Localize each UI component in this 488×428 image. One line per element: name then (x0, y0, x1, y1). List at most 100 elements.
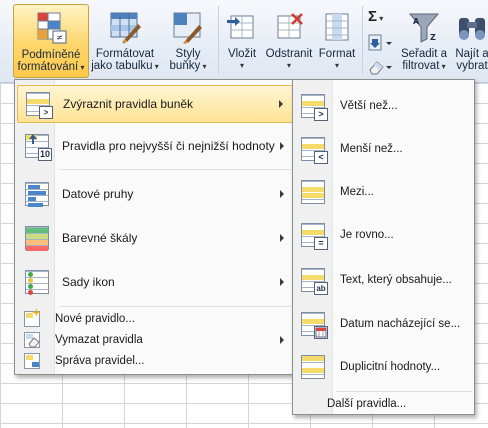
submenu-item-label: Větší než... (340, 100, 398, 112)
menu-item-manage-rules[interactable]: Správa pravidel... (17, 351, 294, 371)
format-as-table-button[interactable]: Formátovat jako tabulku ▾ (90, 4, 160, 78)
insert-cells-icon (225, 10, 259, 44)
submenu-arrow-icon (280, 190, 284, 198)
dropdown-caret-icon: ▾ (200, 62, 207, 71)
text-contains-icon: ab (298, 265, 328, 295)
menu-item-label: Správa pravidel... (55, 355, 145, 367)
submenu-arrow-icon (280, 142, 284, 150)
clear-button[interactable] (368, 58, 396, 78)
dropdown-caret-icon: ▾ (239, 61, 244, 70)
color-scales-icon (22, 223, 52, 253)
menu-item-label: Sady ikon (62, 275, 115, 289)
delete-cells-icon (272, 10, 306, 44)
highlight-cell-rules-icon: > (23, 89, 53, 119)
dropdown-caret-icon: ▾ (152, 62, 159, 71)
submenu-item-more-rules[interactable]: Další pravidla... (296, 394, 472, 414)
cell-styles-button[interactable]: Styly buňky ▾ (163, 4, 213, 78)
between-icon (298, 177, 328, 207)
cell-styles-label-2: buňky (169, 60, 201, 72)
date-occurring-icon (298, 309, 328, 339)
submenu-item-equal-to[interactable]: = Je rovno... (296, 216, 472, 254)
cell-styles-label-1: Styly (175, 48, 201, 60)
menu-item-color-scales[interactable]: Barevné škály (17, 217, 294, 259)
dropdown-caret-icon: ▾ (78, 63, 85, 72)
format-button[interactable]: Format ▾ (316, 4, 358, 78)
delete-label: Odstranit (265, 48, 313, 60)
clear-rules-icon (24, 332, 40, 348)
submenu-item-label: Menší než... (340, 143, 403, 155)
submenu-item-date-occurring[interactable]: Datum nacházející se... (296, 305, 472, 343)
submenu-item-label: Mezi... (340, 186, 374, 198)
submenu-item-duplicate-values[interactable]: Duplicitní hodnoty... (296, 348, 472, 386)
submenu-item-label: Datum nacházející se... (340, 318, 461, 330)
submenu-item-greater-than[interactable]: > Větší než... (296, 87, 472, 125)
ribbon-group-separator (218, 6, 219, 74)
submenu-item-label: Text, který obsahuje... (340, 274, 452, 286)
submenu-item-less-than[interactable]: < Menší než... (296, 130, 472, 168)
find-select-button[interactable]: Najít a vybrat (452, 4, 488, 78)
top-bottom-rules-icon: 10 (22, 131, 52, 161)
submenu-item-between[interactable]: Mezi... (296, 173, 472, 211)
svg-text:≠: ≠ (56, 33, 63, 42)
submenu-arrow-icon (280, 336, 284, 344)
less-than-icon: < (298, 134, 328, 164)
menu-separator (59, 306, 291, 307)
highlight-cell-rules-submenu: > Větší než... < Menší než... Mezi... = … (292, 79, 475, 415)
binoculars-icon (455, 10, 488, 44)
menu-item-label: Datové pruhy (62, 187, 134, 201)
menu-item-top-bottom-rules[interactable]: 10 Pravidla pro nejvyšší či nejnižší hod… (17, 127, 294, 165)
sort-filter-label-2: filtrovat (402, 60, 440, 72)
sigma-icon: Σ (368, 8, 378, 25)
submenu-arrow-icon (280, 234, 284, 242)
dropdown-caret-icon: ▾ (439, 62, 446, 71)
dropdown-caret-icon: ▾ (286, 61, 291, 70)
menu-item-label: Pravidla pro nejvyšší či nejnižší hodnot… (62, 139, 275, 153)
submenu-arrow-icon (279, 100, 283, 108)
sort-filter-label-1: Seřadit a (400, 48, 448, 60)
autosum-button[interactable]: Σ ▾ (368, 8, 396, 28)
svg-text:Z: Z (430, 33, 436, 42)
menu-item-clear-rules[interactable]: Vymazat pravidla (17, 330, 294, 350)
conditional-formatting-icon: ≠ (34, 11, 68, 45)
menu-item-icon-sets[interactable]: Sady ikon (17, 261, 294, 303)
menu-item-label: Barevné škály (62, 231, 138, 245)
duplicate-values-icon (298, 352, 328, 382)
ribbon-styles-cells-editing: ≠ Podmíněné formátování ▾ Formátovat jak… (0, 0, 488, 83)
format-label: Format (318, 48, 356, 60)
insert-label: Vložit (227, 48, 257, 60)
sort-filter-button[interactable]: A Z Seřadit a filtrovat ▾ (398, 4, 450, 78)
dropdown-caret-icon: ▾ (377, 14, 384, 23)
manage-rules-icon (24, 353, 40, 369)
conditional-formatting-button[interactable]: ≠ Podmíněné formátování ▾ (13, 4, 89, 78)
submenu-item-label: Je rovno... (340, 229, 394, 241)
icon-sets-icon (22, 267, 52, 297)
conditional-formatting-menu: > Zvýraznit pravidla buněk 10 Pravidla p… (14, 79, 297, 375)
data-bars-icon (22, 179, 52, 209)
submenu-arrow-icon (280, 278, 284, 286)
insert-button[interactable]: Vložit ▾ (222, 4, 262, 78)
menu-item-highlight-cell-rules[interactable]: > Zvýraznit pravidla buněk (17, 85, 294, 123)
submenu-item-label: Další pravidla... (327, 398, 407, 410)
ribbon-group-separator (362, 6, 363, 74)
conditional-formatting-label-2: formátování (17, 61, 79, 73)
find-select-label-1: Najít a (455, 48, 488, 60)
fill-down-icon (368, 34, 392, 51)
fill-button[interactable] (368, 34, 396, 54)
menu-item-data-bars[interactable]: Datové pruhy (17, 173, 294, 215)
format-as-table-icon (108, 10, 142, 44)
menu-item-label: Vymazat pravidla (55, 334, 143, 346)
menu-item-label: Zvýraznit pravidla buněk (63, 97, 194, 111)
greater-than-icon: > (298, 91, 328, 121)
eraser-icon (369, 61, 392, 75)
cell-styles-icon (171, 10, 205, 44)
delete-button[interactable]: Odstranit ▾ (263, 4, 315, 78)
menu-item-new-rule[interactable]: Nové pravidlo... (17, 308, 294, 329)
new-rule-icon (24, 308, 41, 327)
menu-separator (336, 391, 472, 392)
menu-separator (59, 169, 291, 170)
submenu-item-text-contains[interactable]: ab Text, který obsahuje... (296, 261, 472, 299)
sort-filter-icon: A Z (407, 10, 441, 44)
dropdown-caret-icon: ▾ (334, 61, 339, 70)
menu-item-label: Nové pravidlo... (55, 313, 135, 325)
svg-text:A: A (413, 17, 420, 26)
